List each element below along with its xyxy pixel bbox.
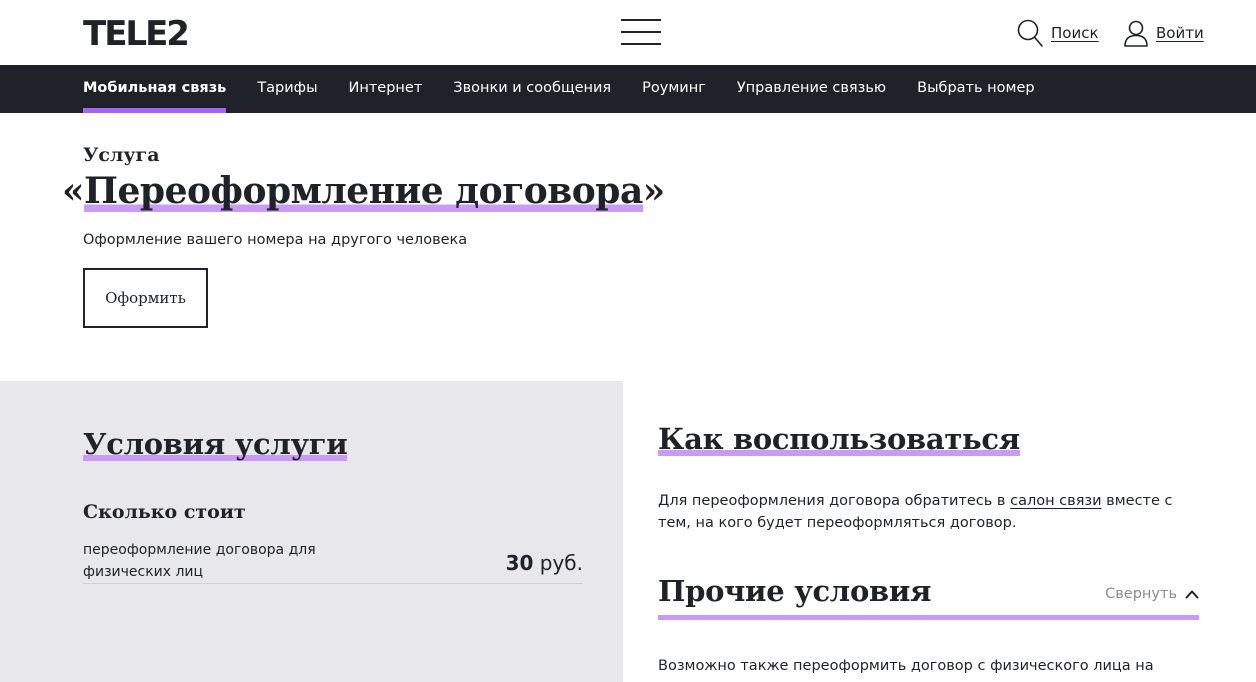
price-unit: руб.	[539, 551, 583, 575]
title-quote-close: »	[642, 170, 666, 212]
page-title: «Переоформление договора»	[62, 170, 665, 212]
other-conditions-text: Возможно также переоформить договор с фи…	[658, 658, 1154, 674]
nav-item-tariffs[interactable]: Тарифы	[257, 65, 317, 113]
nav-item-management[interactable]: Управление связью	[737, 65, 886, 113]
collapse-toggle[interactable]: Свернуть	[1105, 586, 1199, 602]
price-value: 30 руб.	[506, 551, 583, 575]
collapse-label: Свернуть	[1105, 586, 1177, 602]
menu-bar	[621, 19, 661, 21]
price-description: переоформление договора для физических л…	[83, 542, 316, 580]
title-text: Переоформление договора	[84, 170, 643, 212]
nav-item-mobile[interactable]: Мобильная связь	[83, 65, 227, 113]
price-row: переоформление договора для физических л…	[83, 539, 583, 584]
how-to-use-text: Для переоформления договора обратитесь в…	[658, 490, 1203, 534]
menu-bar	[621, 31, 661, 33]
other-conditions-title: Прочие условия	[658, 574, 932, 608]
nav-item-calls[interactable]: Звонки и сообщения	[453, 65, 611, 113]
main-nav: Мобильная связь Тарифы Интернет Звонки и…	[0, 65, 1256, 113]
how-to-use-title-text: Как воспользоваться	[658, 422, 1020, 456]
menu-bar	[621, 43, 661, 45]
user-icon	[1124, 20, 1148, 47]
conditions-title: Условия услуги	[83, 427, 348, 461]
other-conditions-header: Прочие условия Свернуть	[658, 574, 1199, 620]
how-text-before: Для переоформления договора обратитесь в	[658, 493, 1011, 509]
service-kicker: Услуга	[83, 144, 160, 166]
how-to-use-title: Как воспользоваться	[658, 422, 1020, 456]
nav-item-internet[interactable]: Интернет	[349, 65, 423, 113]
menu-icon[interactable]	[621, 19, 661, 45]
search-icon	[1017, 19, 1043, 47]
order-button[interactable]: Оформить	[83, 268, 208, 328]
login-button[interactable]: Войти	[1123, 18, 1204, 48]
price-heading: Сколько стоит	[83, 501, 246, 523]
page-subtitle: Оформление вашего номера на другого чело…	[83, 232, 468, 248]
nav-items: Мобильная связь Тарифы Интернет Звонки и…	[83, 65, 1066, 113]
title-quote-open: «	[62, 170, 85, 212]
store-link[interactable]: салон связи	[1010, 493, 1101, 509]
chevron-up-icon	[1185, 590, 1199, 599]
nav-item-roaming[interactable]: Роуминг	[642, 65, 706, 113]
login-label: Войти	[1156, 24, 1204, 42]
site-header: TELE2 Поиск Войти	[0, 0, 1256, 65]
nav-item-choose-number[interactable]: Выбрать номер	[917, 65, 1034, 113]
tele2-logo[interactable]: TELE2	[83, 15, 190, 53]
search-button[interactable]: Поиск	[1016, 18, 1099, 48]
price-amount: 30	[505, 551, 534, 575]
conditions-title-text: Условия услуги	[83, 427, 348, 461]
search-label: Поиск	[1051, 24, 1099, 42]
